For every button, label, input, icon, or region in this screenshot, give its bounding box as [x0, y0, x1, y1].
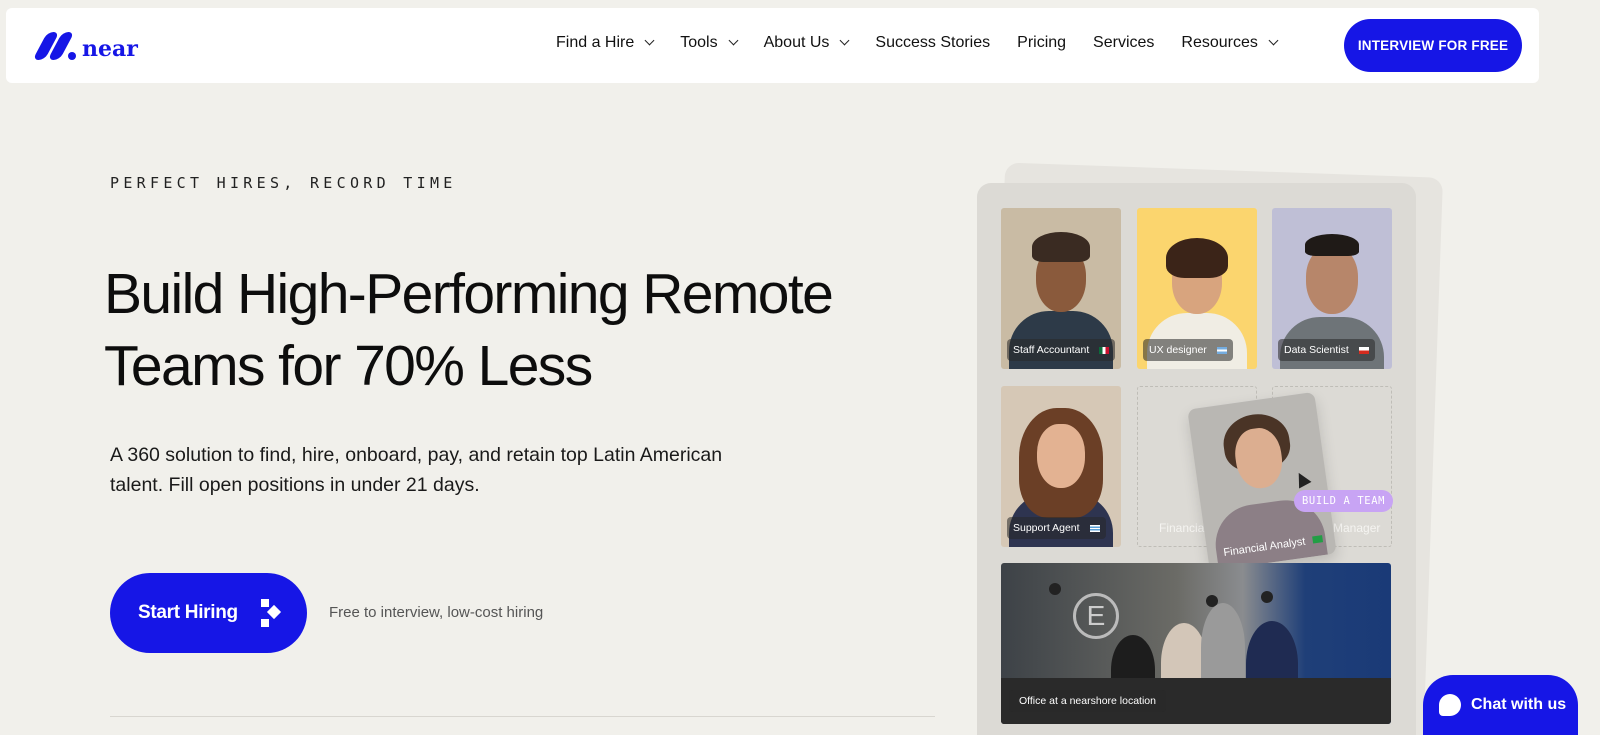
divider: [110, 716, 935, 717]
role-tag: Data Scientist: [1278, 339, 1375, 361]
candidate-card-data-scientist[interactable]: Data Scientist: [1272, 208, 1392, 369]
chevron-down-icon: [839, 35, 850, 46]
hero-subtext: A 360 solution to find, hire, onboard, p…: [110, 444, 723, 496]
role-tag: Support Agent: [1007, 517, 1106, 539]
start-hiring-label: Start Hiring: [138, 602, 238, 623]
company-logo-on-wall: E: [1073, 593, 1119, 639]
nav-item-find-a-hire[interactable]: Find a Hire: [556, 34, 655, 52]
mexico-flag-icon: [1099, 347, 1110, 354]
uruguay-flag-icon: [1089, 525, 1100, 532]
chat-bubble-icon: [1439, 694, 1461, 716]
candidate-card-ux-designer[interactable]: UX designer: [1137, 208, 1257, 369]
nav-item-success-stories[interactable]: Success Stories: [875, 34, 990, 52]
near-logo[interactable]: near: [32, 30, 138, 62]
candidate-card-staff-accountant[interactable]: Staff Accountant: [1001, 208, 1121, 369]
hero-headline: Build High-Performing Remote Teams for 7…: [104, 262, 834, 398]
office-photo: E Office at a nearshore location: [1001, 563, 1391, 724]
build-a-team-badge[interactable]: BUILD A TEAM: [1294, 490, 1394, 512]
office-caption: Office at a nearshore location: [1009, 690, 1166, 712]
nav-label: Find a Hire: [556, 34, 635, 51]
nav-label: Pricing: [1017, 34, 1067, 51]
chat-widget-button[interactable]: Chat with us: [1423, 675, 1578, 735]
arrow-blocks-icon: [261, 599, 282, 627]
slot-label: Financial: [1159, 521, 1208, 535]
nav-item-resources[interactable]: Resources: [1181, 34, 1279, 52]
chat-label: Chat with us: [1471, 696, 1567, 713]
start-hiring-button[interactable]: Start Hiring: [110, 573, 307, 653]
nav-item-tools[interactable]: Tools: [680, 34, 739, 52]
hero-eyebrow: PERFECT HIRES, RECORD TIME: [110, 174, 457, 192]
nav-item-about-us[interactable]: About Us: [763, 34, 850, 52]
nav-label: Tools: [680, 34, 718, 51]
main-menu: Find a Hire Tools About Us Success Stori…: [556, 34, 1304, 52]
nav-label: Resources: [1181, 34, 1258, 51]
nav-item-pricing[interactable]: Pricing: [1017, 34, 1066, 52]
role-tag: Staff Accountant: [1007, 339, 1116, 361]
nav-label: Services: [1093, 34, 1155, 51]
chevron-down-icon: [728, 35, 739, 46]
argentina-flag-icon: [1216, 347, 1227, 354]
nav-item-services[interactable]: Services: [1093, 34, 1154, 52]
hiring-hint: Free to interview, low-cost hiring: [329, 604, 544, 621]
brazil-flag-icon: [1311, 535, 1323, 544]
candidate-card-support-agent[interactable]: Support Agent: [1001, 386, 1121, 547]
slot-label: Manager: [1333, 521, 1381, 535]
chile-flag-icon: [1358, 347, 1369, 354]
dragged-candidate-card[interactable]: Financial Analyst: [1187, 391, 1337, 572]
chevron-down-icon: [644, 35, 655, 46]
role-tag: UX designer: [1143, 339, 1233, 361]
nav-label: About Us: [763, 34, 830, 51]
near-logo-icon: [32, 30, 76, 62]
top-navbar: near Find a Hire Tools About Us Success …: [6, 8, 1539, 83]
nav-label: Success Stories: [875, 34, 991, 51]
interview-for-free-button[interactable]: INTERVIEW FOR FREE: [1344, 19, 1522, 72]
chevron-down-icon: [1268, 35, 1279, 46]
logo-text: near: [82, 36, 138, 62]
